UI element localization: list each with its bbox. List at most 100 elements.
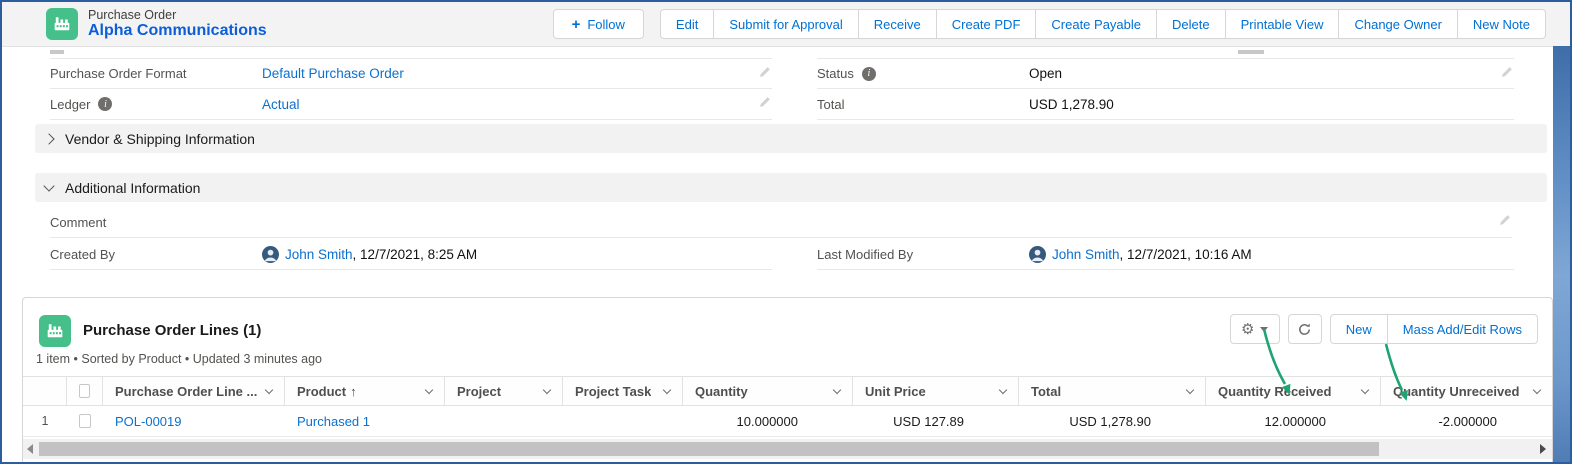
list-settings-button[interactable]: ⚙ [1230,314,1280,344]
chevron-down-icon [425,385,433,393]
select-all-checkbox-cell [67,377,103,405]
column-header-unit-price[interactable]: Unit Price [853,377,1019,405]
printable-view-button[interactable]: Printable View [1225,9,1340,39]
refresh-button[interactable] [1288,314,1322,344]
status-label: Status [817,66,854,81]
scrollbar-thumb[interactable] [39,442,1379,456]
product-link[interactable]: Purchased 1 [297,414,370,429]
column-label: Quantity Received [1218,384,1331,399]
delete-button[interactable]: Delete [1156,9,1226,39]
row-checkbox[interactable] [79,414,91,428]
column-header-total[interactable]: Total [1019,377,1206,405]
column-label: Product [297,384,346,399]
column-header-project[interactable]: Project [445,377,563,405]
cell-project [445,406,563,436]
field-last-modified-by: Last Modified By John Smith , 12/7/2021,… [817,239,1514,270]
cell-purchase-order-line: POL-00019 [103,406,285,436]
chevron-down-icon [43,180,54,191]
field-label: Status [817,66,1029,81]
user-avatar [1029,246,1046,263]
section-additional-information[interactable]: Additional Information [35,173,1547,202]
cell-total: USD 1,278.90 [1019,406,1206,436]
field-label: Ledger [50,97,262,112]
mass-add-edit-rows-button[interactable]: Mass Add/Edit Rows [1387,314,1538,344]
column-header-purchase-order-line[interactable]: Purchase Order Line ... [103,377,285,405]
related-list-title[interactable]: Purchase Order Lines (1) [83,322,261,339]
clipped-row-remnant [1238,50,1264,54]
create-payable-button[interactable]: Create Payable [1035,9,1157,39]
record-actions-toolbar: + Follow Edit Submit for Approval Receiv… [553,9,1546,39]
purchase-order-lines-icon [39,315,71,347]
chevron-down-icon [1533,385,1541,393]
last-modified-by-label: Last Modified By [817,247,1029,262]
chevron-down-icon [543,385,551,393]
edit-pencil-icon[interactable] [1499,213,1512,231]
new-note-button[interactable]: New Note [1457,9,1546,39]
ledger-label: Ledger [50,97,90,112]
info-icon[interactable] [862,67,876,81]
column-header-project-task[interactable]: Project Task [563,377,683,405]
last-modified-by-timestamp: , 12/7/2021, 10:16 AM [1120,247,1252,262]
info-icon[interactable] [98,97,112,111]
purchase-order-page: Purchase Order Alpha Communications + Fo… [0,0,1572,464]
edit-pencil-icon[interactable] [759,95,772,113]
edit-pencil-icon[interactable] [759,65,772,83]
list-button-group: New Mass Add/Edit Rows [1330,314,1538,344]
gear-icon: ⚙ [1241,320,1254,338]
field-comment: Comment [50,207,1512,238]
field-ledger: Ledger Actual [50,89,772,120]
action-button-group: Edit Submit for Approval Receive Create … [660,9,1546,39]
page-title: Alpha Communications [88,22,267,40]
select-all-checkbox[interactable] [79,384,90,398]
sort-ascending-icon: ↑ [350,384,357,399]
field-created-by: Created By John Smith , 12/7/2021, 8:25 … [50,239,772,270]
detail-column-left: Purchase Order Format Default Purchase O… [50,58,772,120]
column-header-product[interactable]: Product ↑ [285,377,445,405]
scroll-left-arrow[interactable] [27,444,33,454]
cell-quantity-received: 12.000000 [1206,406,1381,436]
cell-quantity: 10.000000 [683,406,853,436]
purchase-order-entity-icon [46,8,78,40]
column-label: Unit Price [865,384,926,399]
horizontal-scrollbar[interactable] [23,439,1552,459]
last-modified-by-user-link[interactable]: John Smith [1052,247,1120,262]
column-label: Purchase Order Line ... [115,384,257,399]
field-purchase-order-format: Purchase Order Format Default Purchase O… [50,58,772,89]
total-value: USD 1,278.90 [1029,97,1114,112]
factory-icon [53,15,71,33]
receive-button[interactable]: Receive [858,9,937,39]
column-header-quantity-unreceived[interactable]: Quantity Unreceived [1381,377,1552,405]
follow-button-label: Follow [587,17,625,32]
column-label: Quantity [695,384,748,399]
ledger-link[interactable]: Actual [262,97,300,112]
purchase-order-line-link[interactable]: POL-00019 [115,414,182,429]
column-header-quantity[interactable]: Quantity [683,377,853,405]
user-avatar [262,246,279,263]
new-button[interactable]: New [1330,314,1388,344]
section-vendor-shipping-information[interactable]: Vendor & Shipping Information [35,124,1547,153]
table-row: 1 POL-00019 Purchased 1 10.000000 USD 12… [23,406,1552,437]
field-label: Total [817,97,1029,112]
change-owner-button[interactable]: Change Owner [1338,9,1457,39]
chevron-down-icon [265,385,273,393]
created-by-user-link[interactable]: John Smith [285,247,353,262]
column-header-quantity-received[interactable]: Quantity Received [1206,377,1381,405]
purchase-order-format-link[interactable]: Default Purchase Order [262,66,404,81]
status-value: Open [1029,66,1062,81]
cell-quantity-unreceived: -2.000000 [1381,406,1552,436]
cell-product: Purchased 1 [285,406,445,436]
follow-button[interactable]: + Follow [553,9,644,39]
column-label: Total [1031,384,1061,399]
created-by-timestamp: , 12/7/2021, 8:25 AM [353,247,478,262]
column-label: Quantity Unreceived [1393,384,1519,399]
field-total: Total USD 1,278.90 [817,89,1514,120]
submit-for-approval-button[interactable]: Submit for Approval [713,9,858,39]
create-pdf-button[interactable]: Create PDF [936,9,1037,39]
edit-pencil-icon[interactable] [1501,65,1514,83]
row-number-column-header [23,377,67,405]
scroll-right-arrow[interactable] [1540,444,1546,454]
edit-button[interactable]: Edit [660,9,714,39]
field-label: Purchase Order Format [50,66,262,81]
purchase-order-lines-card: Purchase Order Lines (1) 1 item • Sorted… [22,297,1553,464]
related-list-actions: ⚙ New Mass Add/Edit Rows [1230,314,1538,344]
